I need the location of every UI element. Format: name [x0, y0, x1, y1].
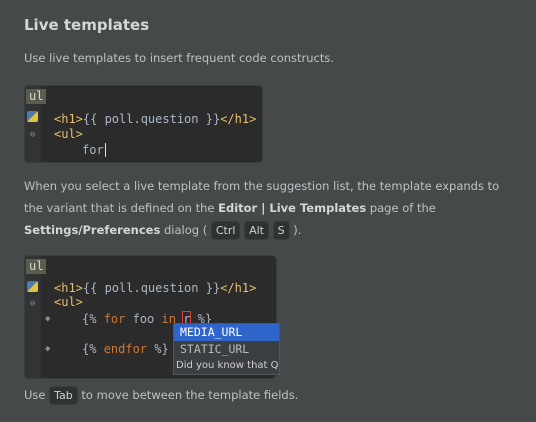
typed-prefix: ul	[26, 89, 47, 104]
typed-prefix: ul	[26, 259, 47, 274]
description-paragraph: When you select a live template from the…	[24, 175, 504, 241]
shortcut-key-tab: Tab	[49, 386, 78, 405]
code-editor-example-1: ul <h1>{{ poll.question }}</h1> ⊖ <ul> f…	[24, 85, 263, 163]
code-line-h1: <h1>{{ poll.question }}</h1>	[54, 281, 257, 295]
fold-marker-icon[interactable]: ◆	[45, 315, 50, 324]
completion-hint: Did you know that Q	[174, 358, 279, 374]
code-line-ul: <ul>	[54, 295, 83, 309]
code-line-ul: <ul>	[54, 127, 83, 141]
shortcut-key-ctrl: Ctrl	[210, 221, 241, 240]
code-line-h1: <h1>{{ poll.question }}</h1>	[54, 112, 257, 126]
fold-marker-icon[interactable]: ⊖	[30, 131, 35, 140]
shortcut-key-alt: Alt	[244, 221, 269, 240]
code-line-for[interactable]: for	[82, 143, 106, 158]
shortcut-key-s: S	[272, 221, 290, 240]
completion-popup[interactable]: MEDIA_URL STATIC_URL Did you know that Q	[173, 323, 280, 375]
code-line-endfor: {% endfor %}	[82, 342, 169, 356]
fold-marker-icon[interactable]: ◆	[45, 345, 50, 354]
python-file-icon	[27, 111, 38, 122]
page-title: Live templates	[24, 16, 150, 34]
completion-item[interactable]: MEDIA_URL	[174, 324, 279, 341]
intro-text: Use live templates to insert frequent co…	[24, 51, 335, 65]
editor-gutter	[25, 256, 41, 378]
tab-instruction: Use Tab to move between the template fie…	[24, 386, 298, 405]
fold-marker-icon[interactable]: ⊖	[30, 300, 35, 309]
completion-item[interactable]: STATIC_URL	[174, 341, 279, 358]
python-file-icon	[27, 281, 38, 292]
